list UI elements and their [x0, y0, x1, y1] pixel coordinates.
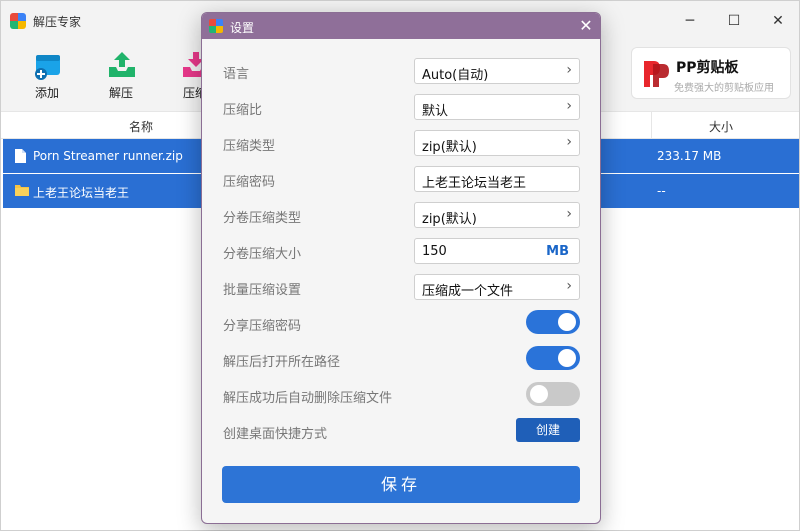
file-size: 233.17 MB	[657, 149, 722, 163]
language-value: Auto(自动)	[422, 68, 489, 83]
file-name: 上老王论坛当老王	[33, 186, 130, 200]
promo-subtitle: 免费强大的剪贴板应用	[674, 83, 774, 94]
app-logo-icon	[10, 13, 26, 29]
maximize-button[interactable]: ☐	[717, 9, 751, 33]
split-size-input[interactable]: 150 MB	[414, 238, 580, 264]
pp-clipboard-promo[interactable]: PP剪贴板 免费强大的剪贴板应用	[631, 47, 791, 99]
dialog-close-button[interactable]: ✕	[576, 16, 596, 36]
folder-icon	[15, 185, 29, 196]
toggle-knob	[558, 349, 576, 367]
compression-password-input[interactable]: 上老王论坛当老王	[414, 166, 580, 192]
dialog-header: 设置 ✕	[202, 13, 600, 39]
split-type-select[interactable]: zip(默认) ›	[414, 202, 580, 228]
open-path-label: 解压后打开所在路径	[223, 355, 341, 370]
file-size: --	[657, 184, 666, 198]
create-shortcut-button[interactable]: 创建	[516, 418, 580, 442]
compression-type-label: 压缩类型	[223, 139, 276, 154]
dialog-title: 设置	[230, 21, 255, 35]
toggle-knob	[558, 313, 576, 331]
chevron-right-icon: ›	[566, 134, 572, 150]
add-archive-icon	[35, 55, 60, 80]
column-name[interactable]: 名称	[129, 118, 153, 135]
compression-ratio-value: 默认	[422, 104, 449, 119]
chevron-right-icon: ›	[566, 62, 572, 78]
compression-type-select[interactable]: zip(默认) ›	[414, 130, 580, 156]
app-logo-icon	[209, 19, 223, 33]
desktop-shortcut-label: 创建桌面快捷方式	[223, 427, 328, 442]
add-label: 添加	[34, 86, 59, 100]
chevron-right-icon: ›	[566, 278, 572, 294]
split-size-unit: MB	[546, 244, 569, 259]
file-icon	[15, 149, 26, 163]
chevron-right-icon: ›	[566, 98, 572, 114]
compression-type-value: zip(默认)	[422, 140, 477, 155]
compression-password-label: 压缩密码	[223, 175, 276, 190]
auto-delete-toggle[interactable]	[526, 382, 580, 406]
chevron-right-icon: ›	[566, 206, 572, 222]
split-type-label: 分卷压缩类型	[223, 211, 302, 226]
pp-clipboard-logo-icon	[644, 61, 669, 87]
minimize-button[interactable]: ─	[673, 9, 707, 33]
extract-icon	[109, 52, 135, 77]
language-select[interactable]: Auto(自动) ›	[414, 58, 580, 84]
column-size[interactable]: 大小	[709, 118, 733, 135]
compression-password-value: 上老王论坛当老王	[422, 176, 527, 191]
promo-title: PP剪贴板	[676, 60, 739, 76]
file-name: Porn Streamer runner.zip	[33, 149, 183, 163]
split-type-value: zip(默认)	[422, 212, 477, 227]
add-button[interactable]: 添加	[17, 41, 77, 111]
toggle-knob	[530, 385, 548, 403]
share-password-label: 分享压缩密码	[223, 319, 302, 334]
split-size-value: 150	[422, 244, 447, 259]
batch-compress-label: 批量压缩设置	[223, 283, 302, 298]
app-title: 解压专家	[33, 15, 82, 29]
settings-dialog: 设置 ✕ 语言 Auto(自动) › 压缩比 默认 › 压缩类型 zip(默认)…	[201, 12, 601, 524]
compression-ratio-select[interactable]: 默认 ›	[414, 94, 580, 120]
column-divider	[651, 112, 652, 139]
compression-ratio-label: 压缩比	[223, 103, 263, 118]
batch-compress-value: 压缩成一个文件	[422, 284, 514, 299]
language-label: 语言	[223, 67, 250, 82]
batch-compress-select[interactable]: 压缩成一个文件 ›	[414, 274, 580, 300]
auto-delete-label: 解压成功后自动删除压缩文件	[223, 391, 393, 406]
close-window-button[interactable]: ✕	[761, 9, 795, 33]
open-path-toggle[interactable]	[526, 346, 580, 370]
split-size-label: 分卷压缩大小	[223, 247, 302, 262]
share-password-toggle[interactable]	[526, 310, 580, 334]
extract-label: 解压	[108, 86, 133, 100]
save-button[interactable]: 保存	[222, 466, 580, 503]
extract-button[interactable]: 解压	[91, 41, 151, 111]
